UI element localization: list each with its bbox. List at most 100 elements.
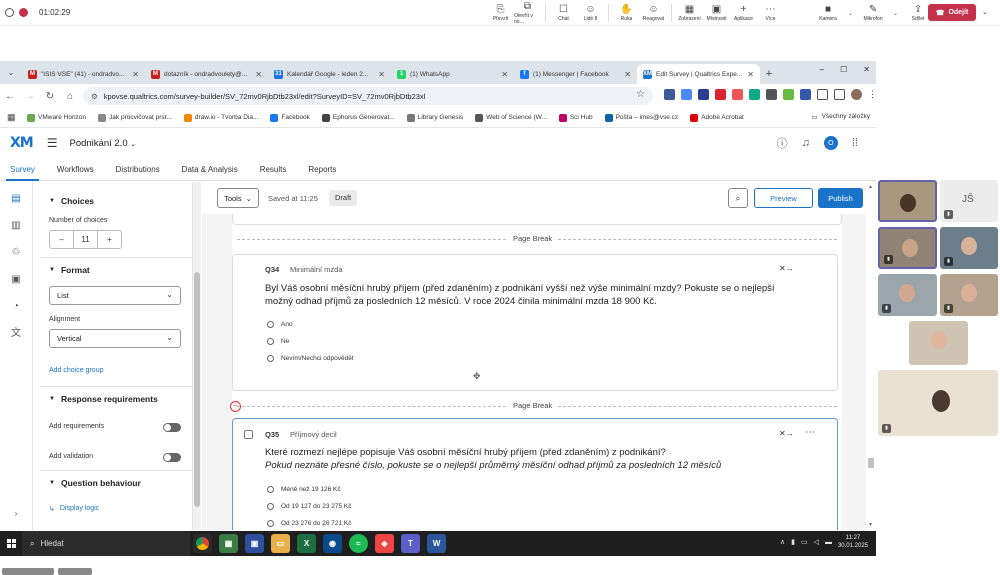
extension-icon[interactable] [732,89,743,100]
nav-tab-distributions[interactable]: Distributions [116,158,160,181]
question-text[interactable]: Byl Váš osobní měsíční hrubý příjem (pře… [265,282,785,308]
nav-tab-data-analysis[interactable]: Data & Analysis [182,158,238,181]
camera-button[interactable]: ■ Kamera [812,4,844,22]
scrollbar-thumb[interactable] [194,272,200,507]
network-icon[interactable]: ▭ [801,538,808,546]
spotify-icon[interactable]: ≈ [349,534,368,553]
preview-button[interactable]: Preview [754,188,813,208]
save-app-icon[interactable]: ▣ [245,534,264,553]
excel-icon[interactable]: X [297,534,316,553]
chat-button[interactable]: ☐ Chat [550,0,577,26]
question-type-icon[interactable]: ✕→ [779,429,794,438]
question-type-icon[interactable]: ✕→ [779,264,794,273]
bookmark-item[interactable]: Library Genesis [406,113,463,122]
extension-icon[interactable] [664,89,675,100]
browser-tab[interactable]: 31 Kalendář Google - leden 2... ✕ [268,64,391,84]
participant-video-tile[interactable]: JŠ ▮ [940,180,998,222]
chevron-up-icon[interactable]: ∧ [780,538,785,546]
page-break[interactable]: Page Break [237,234,837,244]
search-icon[interactable]: ⌕ [728,188,748,208]
xm-logo[interactable]: XM [10,135,34,151]
taskbar-search[interactable]: ⌕ Hledat [22,531,190,556]
clock[interactable]: 11:27 30.01.2025 [838,534,868,550]
apps-button[interactable]: + Aplikace [730,0,757,26]
scrollbar-thumb[interactable] [868,458,874,468]
microphone-icon[interactable]: ▮ [791,538,795,546]
question-name[interactable]: Příjmový decil [290,430,337,439]
participant-video-tile[interactable]: ▮ [940,227,998,269]
chrome-icon[interactable] [193,534,212,553]
editor-scrollbar[interactable]: ▲ ▼ [866,182,876,530]
help-icon[interactable]: ⓘ [777,135,788,151]
choice-option[interactable]: Od 23 276 do 26 721 Kč [267,520,351,527]
format-select[interactable]: List ⌄ [49,286,181,305]
close-tab-icon[interactable]: ✕ [747,70,754,79]
extension-icon[interactable] [749,89,760,100]
increment-button[interactable]: + [98,235,121,244]
nav-tab-reports[interactable]: Reports [308,158,336,181]
bookmark-star-icon[interactable]: ☆ [636,89,645,100]
tab-search-icon[interactable]: ⌄ [0,61,22,84]
choice-option[interactable]: Nevím/Nechci odpovědět [267,355,354,362]
expand-rail-icon[interactable]: › [9,507,23,521]
survey-options-icon[interactable]: ▣ [9,273,23,287]
all-bookmarks[interactable]: ▭ Všechny záložky [811,113,870,121]
look-and-feel-icon[interactable]: ▥ [9,219,23,233]
extension-icon[interactable] [783,89,794,100]
more-options-icon[interactable]: ⋯ [805,427,815,438]
app-icon[interactable]: ◉ [323,534,342,553]
survey-flow-icon[interactable]: ♲ [9,246,23,260]
scroll-down-icon[interactable]: ▼ [868,522,873,528]
close-tab-icon[interactable]: ✕ [255,70,262,79]
maximize-icon[interactable]: ☐ [840,65,847,74]
close-tab-icon[interactable]: ✕ [624,70,631,79]
participant-video-tile[interactable] [909,321,968,365]
validation-toggle[interactable] [163,453,181,462]
close-window-icon[interactable]: ✕ [863,65,870,74]
extension-icon[interactable] [766,89,777,100]
participant-video-tile[interactable]: ▮ [878,370,998,436]
battery-icon[interactable]: ▬ [825,539,832,546]
camera-chevron-icon[interactable]: ⌄ [848,10,853,17]
bookmark-item[interactable]: Sci Hub [558,113,593,122]
participant-video-tile[interactable] [878,180,937,222]
project-title[interactable]: Podnikání 2.0 ⌄ [70,138,137,149]
bookmark-item[interactable]: VMware Horizon [27,113,86,122]
browser-tab[interactable]: f (1) Messenger | Facebook ✕ [514,64,637,84]
volume-icon[interactable]: ◁ [814,538,819,546]
more-button[interactable]: ⋯ Více [757,0,784,26]
word-icon[interactable]: W [427,534,446,553]
extension-icon[interactable] [800,89,811,100]
participant-video-tile[interactable]: ▮ [940,274,998,316]
mic-button[interactable]: ✎ Mikrofon [857,4,889,22]
nav-tab-survey[interactable]: Survey [6,158,39,181]
decrement-button[interactable]: – [50,235,73,244]
file-explorer-icon[interactable]: ▭ [271,534,290,553]
bookmark-item[interactable]: draw.io - Tvorba Dia... [183,113,258,122]
app-icon[interactable]: ◈ [375,534,394,553]
choice-option[interactable]: Méně než 19 126 Kč [267,486,341,493]
format-section-toggle[interactable]: ▼ Format [49,265,90,275]
choice-option[interactable]: Od 19 127 do 23 275 Kč [267,503,351,510]
publish-button[interactable]: Publish [818,188,863,208]
minimize-icon[interactable]: – [820,65,824,74]
close-tab-icon[interactable]: ✕ [132,70,139,79]
bookmark-item[interactable]: Web of Science (W... [475,113,547,122]
extension-icon[interactable] [715,89,726,100]
minimized-window[interactable] [2,568,54,575]
translate-icon[interactable]: 文 [9,327,23,341]
new-tab-button[interactable]: + [760,64,778,84]
leave-button[interactable]: ☎ Odejít [928,4,976,21]
question-q34[interactable]: Q34 Minimální mzda ✕→ Byl Váš osobní měs… [232,254,838,391]
raise-hand-button[interactable]: ✋ Ruka [613,0,640,26]
minimized-window[interactable] [58,568,92,575]
page-break[interactable]: – Page Break [230,401,837,412]
select-question-checkbox[interactable] [244,430,253,439]
browser-tab[interactable]: 1 (1) WhatsApp ✕ [391,64,514,84]
user-avatar[interactable]: O [823,136,838,150]
apps-grid-icon[interactable]: ▦ [7,112,19,123]
forward-icon[interactable]: → [20,91,40,102]
app-icon[interactable]: ▦ [219,534,238,553]
question-text[interactable]: Které rozmezí nejlépe popisuje Váš osobn… [265,446,825,459]
site-info-icon[interactable]: ⚙ [91,92,98,101]
